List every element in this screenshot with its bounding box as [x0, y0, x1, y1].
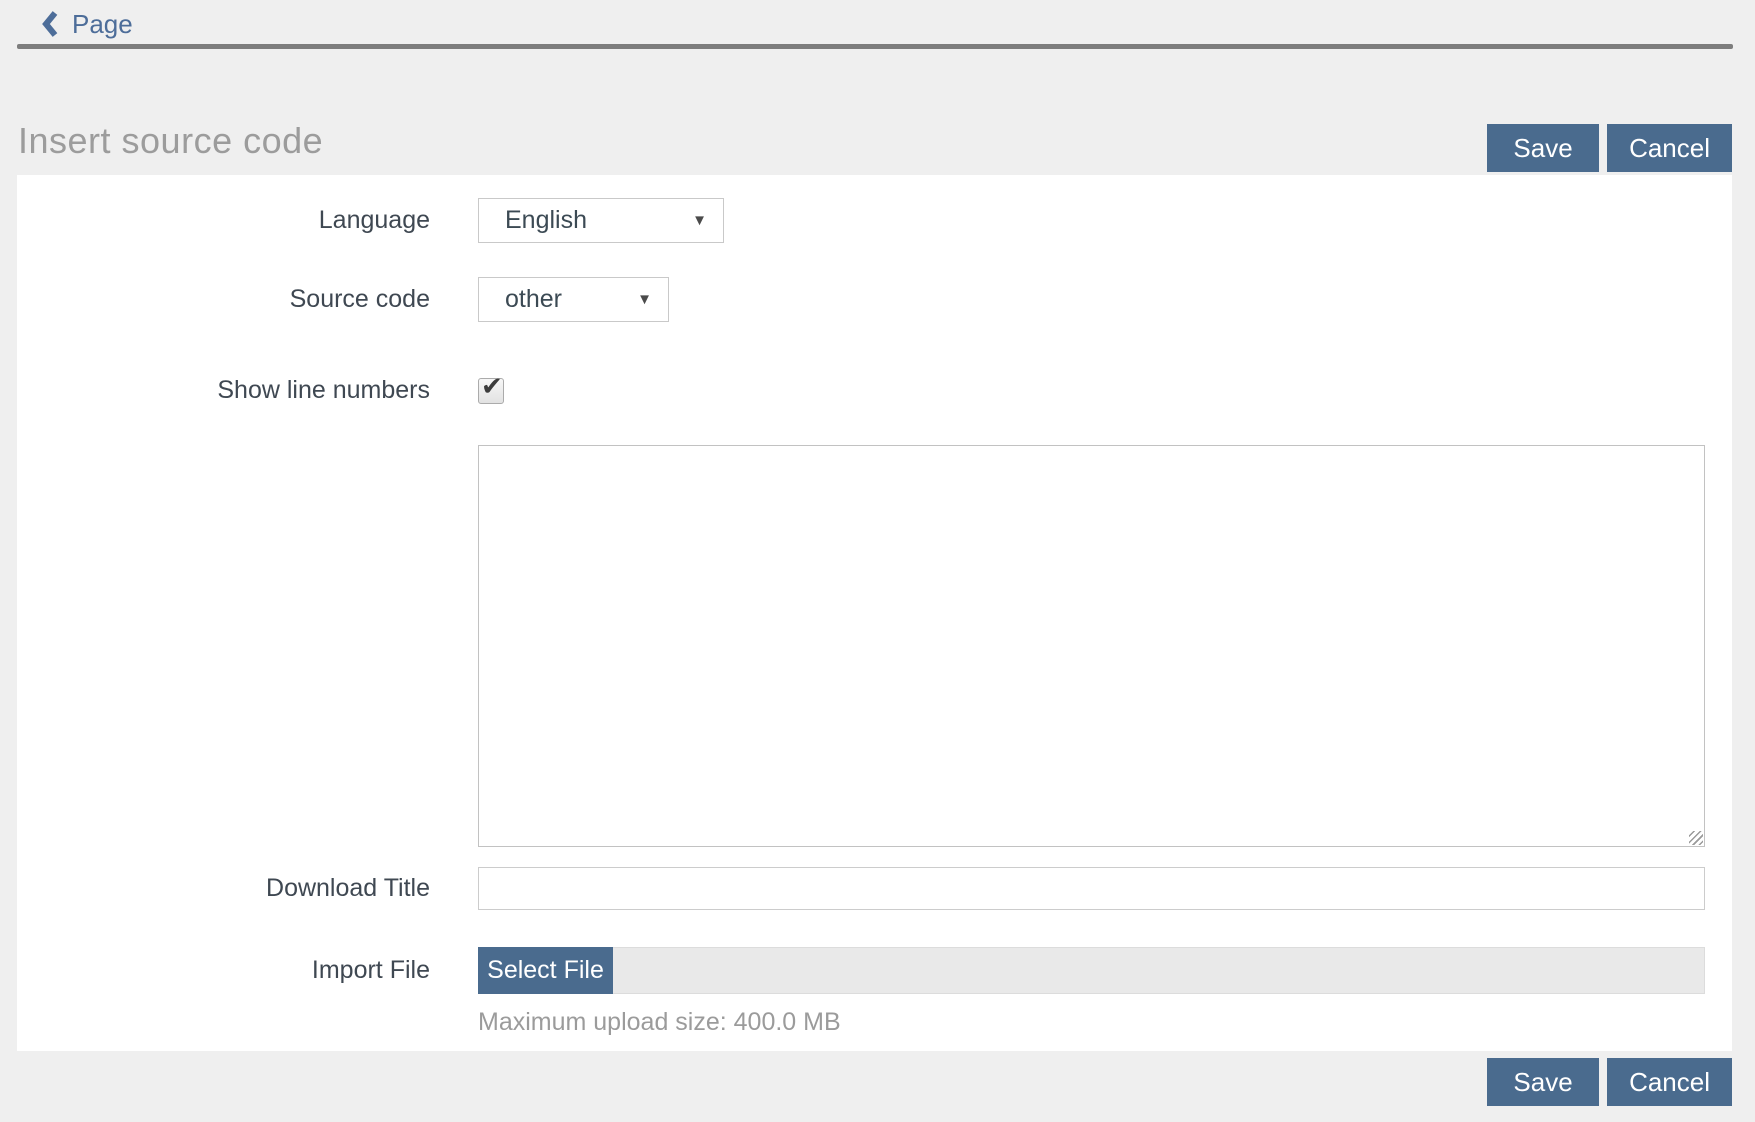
select-file-button[interactable]: Select File: [478, 947, 613, 994]
save-button-bottom[interactable]: Save: [1487, 1058, 1599, 1106]
source-code-textarea[interactable]: [478, 445, 1705, 847]
source-code-select-value: other: [505, 285, 562, 314]
import-file-row: Import File Select File: [17, 947, 1732, 994]
source-code-select[interactable]: other ▼: [478, 277, 669, 322]
page: Page Insert source code Save Cancel Lang…: [0, 0, 1755, 1106]
chevron-down-icon: ▼: [637, 292, 652, 307]
language-select[interactable]: English ▼: [478, 198, 724, 243]
chevron-down-icon: ▼: [692, 213, 707, 228]
checkmark-icon: ✔: [481, 373, 503, 399]
code-row: [17, 445, 1732, 847]
save-button-top[interactable]: Save: [1487, 124, 1599, 172]
top-nav: Page: [0, 0, 1755, 49]
show-line-numbers-row: Show line numbers ✔: [17, 376, 1732, 405]
file-input-control: Select File: [478, 947, 1705, 994]
back-link-label: Page: [72, 9, 133, 40]
chevron-left-icon: [40, 10, 60, 38]
back-link[interactable]: Page: [40, 7, 133, 41]
footer-actions: Save Cancel: [0, 1058, 1732, 1106]
header-divider: [17, 44, 1733, 49]
code-editor-wrap: [478, 445, 1705, 847]
import-file-label: Import File: [17, 956, 430, 985]
upload-size-hint: Maximum upload size: 400.0 MB: [478, 1008, 841, 1037]
show-line-numbers-checkbox[interactable]: ✔: [478, 378, 504, 404]
cancel-button-top[interactable]: Cancel: [1607, 124, 1732, 172]
language-select-value: English: [505, 206, 587, 235]
upload-hint-row: Maximum upload size: 400.0 MB: [17, 1008, 1732, 1037]
title-bar: Insert source code Save Cancel: [18, 107, 1732, 175]
page-title: Insert source code: [18, 120, 323, 162]
header-actions: Save Cancel: [1487, 124, 1732, 172]
download-title-input[interactable]: [478, 867, 1705, 910]
cancel-button-bottom[interactable]: Cancel: [1607, 1058, 1732, 1106]
show-line-numbers-label: Show line numbers: [17, 376, 430, 405]
download-title-row: Download Title: [17, 867, 1732, 910]
language-label: Language: [17, 206, 430, 235]
file-name-bar[interactable]: [613, 947, 1705, 994]
form-panel: Language English ▼ Source code other ▼ S…: [17, 175, 1732, 1051]
source-code-label: Source code: [17, 285, 430, 314]
source-code-row: Source code other ▼: [17, 277, 1732, 322]
language-row: Language English ▼: [17, 198, 1732, 243]
download-title-label: Download Title: [17, 874, 430, 903]
